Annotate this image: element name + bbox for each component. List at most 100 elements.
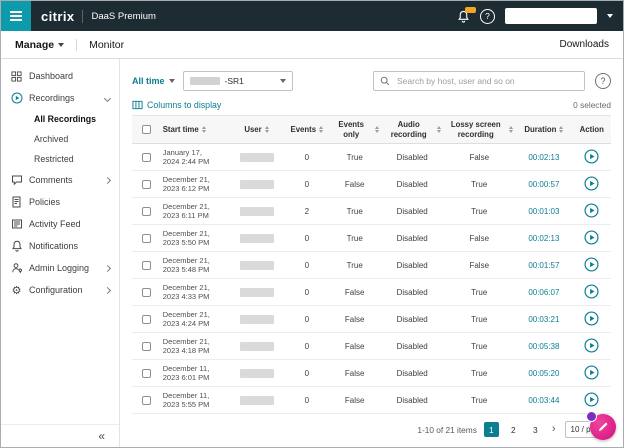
- time-filter-dropdown[interactable]: All time: [132, 76, 175, 86]
- sort-icon[interactable]: [375, 126, 380, 134]
- duration-link[interactable]: 00:02:13: [528, 153, 559, 162]
- sidebar-item-configuration[interactable]: ⚙ Configuration: [1, 279, 119, 301]
- duration-link[interactable]: 00:02:13: [528, 234, 559, 243]
- row-checkbox[interactable]: [141, 153, 151, 163]
- sort-icon[interactable]: [264, 126, 269, 134]
- row-checkbox[interactable]: [141, 234, 151, 244]
- hamburger-menu-button[interactable]: [1, 1, 31, 31]
- duration-link[interactable]: 00:05:38: [528, 342, 559, 351]
- duration-link[interactable]: 00:03:21: [528, 315, 559, 324]
- row-checkbox[interactable]: [141, 288, 151, 298]
- start-time-cell: December 11, 2023 6:01 PM: [160, 359, 228, 388]
- play-button[interactable]: [584, 176, 599, 191]
- chevron-down-icon[interactable]: [607, 14, 613, 18]
- notifications-bell-button[interactable]: [457, 6, 476, 23]
- play-button[interactable]: [584, 311, 599, 326]
- user-redacted: [239, 234, 274, 244]
- column-header-action: Action: [572, 114, 611, 145]
- play-button[interactable]: [584, 365, 599, 380]
- admin-logging-icon: [10, 262, 23, 275]
- action-cell: [572, 332, 611, 361]
- sidebar-item-recordings[interactable]: Recordings: [1, 87, 119, 109]
- row-checkbox[interactable]: [141, 369, 151, 379]
- sidebar-item-restricted[interactable]: Restricted: [1, 149, 119, 169]
- bell-icon: [10, 240, 23, 253]
- sort-icon[interactable]: [559, 126, 564, 134]
- user-redacted: [239, 261, 274, 271]
- sidebar-collapse-button[interactable]: «: [1, 424, 119, 447]
- column-header-audio-recording[interactable]: Audio recording: [381, 114, 444, 145]
- duration-link[interactable]: 00:00:57: [528, 180, 559, 189]
- play-button[interactable]: [584, 149, 599, 164]
- action-cell: [572, 170, 611, 199]
- user-redacted: [239, 342, 274, 352]
- play-button[interactable]: [584, 338, 599, 353]
- play-button[interactable]: [584, 230, 599, 245]
- column-header-start-time[interactable]: Start time: [160, 114, 228, 145]
- help-button[interactable]: ?: [480, 8, 495, 24]
- page-help-button[interactable]: ?: [595, 73, 611, 89]
- column-header-user[interactable]: User: [227, 114, 286, 145]
- user-account-redacted[interactable]: [505, 8, 597, 24]
- row-checkbox[interactable]: [141, 207, 151, 217]
- duration-cell: 00:01:03: [515, 197, 573, 226]
- duration-link[interactable]: 00:06:07: [528, 288, 559, 297]
- lossy-screen-recording-cell: True: [443, 305, 516, 334]
- column-header-events[interactable]: Events: [285, 114, 329, 145]
- duration-link[interactable]: 00:01:03: [528, 207, 559, 216]
- sidebar-item-archived[interactable]: Archived: [1, 129, 119, 149]
- action-cell: [572, 197, 611, 226]
- lossy-screen-recording-cell: False: [443, 251, 516, 280]
- sidebar-item-policies[interactable]: Policies: [1, 191, 119, 213]
- columns-to-display-button[interactable]: Columns to display: [132, 100, 221, 110]
- sidebar-item-dashboard[interactable]: Dashboard: [1, 65, 119, 87]
- play-button[interactable]: [584, 257, 599, 272]
- assistant-button[interactable]: [586, 411, 616, 440]
- user-redacted: [239, 153, 274, 163]
- next-page-button[interactable]: ›: [550, 424, 558, 435]
- sort-icon[interactable]: [437, 126, 442, 134]
- play-button[interactable]: [584, 392, 599, 407]
- sort-icon[interactable]: [319, 126, 324, 134]
- page-button-1[interactable]: 1: [483, 422, 499, 438]
- user-cell: [227, 197, 286, 226]
- site-select-dropdown[interactable]: -SR1: [182, 71, 293, 91]
- select-all-checkbox[interactable]: [141, 125, 151, 135]
- column-header-lossy-screen-recording[interactable]: Lossy screen recording: [443, 114, 516, 145]
- sidebar-item-activity-feed[interactable]: Activity Feed: [1, 213, 119, 235]
- events-cell: 0: [285, 359, 329, 388]
- user-redacted: [239, 180, 274, 190]
- nav-bar: Manage Monitor Downloads: [1, 31, 623, 59]
- selected-count: 0 selected: [573, 100, 611, 110]
- duration-link[interactable]: 00:01:57: [528, 261, 559, 270]
- audio-recording-cell: Disabled: [381, 197, 444, 226]
- start-time-cell: December 21, 2023 4:24 PM: [160, 305, 228, 334]
- page-button-3[interactable]: 3: [528, 422, 543, 437]
- row-checkbox[interactable]: [141, 342, 151, 352]
- column-header-duration[interactable]: Duration: [515, 114, 573, 145]
- sort-icon[interactable]: [509, 126, 514, 134]
- sidebar-item-comments[interactable]: Comments: [1, 169, 119, 191]
- sidebar-item-all-recordings[interactable]: All Recordings: [1, 109, 119, 129]
- duration-link[interactable]: 00:05:20: [528, 369, 559, 378]
- row-checkbox[interactable]: [141, 396, 151, 406]
- tab-monitor[interactable]: Monitor: [89, 39, 124, 51]
- sidebar-item-notifications[interactable]: Notifications: [1, 235, 119, 257]
- search-input[interactable]: [395, 75, 578, 87]
- table-toolbar: Columns to display 0 selected: [132, 100, 611, 110]
- page-button-2[interactable]: 2: [506, 422, 521, 437]
- recordings-page: All time -SR1 ? Columns to display: [120, 59, 623, 447]
- play-button[interactable]: [584, 203, 599, 218]
- duration-link[interactable]: 00:03:44: [528, 396, 559, 405]
- play-button[interactable]: [584, 284, 599, 299]
- sort-icon[interactable]: [201, 126, 206, 134]
- row-checkbox[interactable]: [141, 315, 151, 325]
- row-checkbox[interactable]: [141, 261, 151, 271]
- audio-recording-cell: Disabled: [381, 143, 444, 172]
- tab-manage[interactable]: Manage: [15, 39, 65, 51]
- row-checkbox[interactable]: [141, 180, 151, 190]
- column-header-events-only[interactable]: Events only: [328, 114, 382, 145]
- sidebar-item-admin-logging[interactable]: Admin Logging: [1, 257, 119, 279]
- hamburger-icon: [10, 11, 22, 13]
- downloads-link[interactable]: Downloads: [560, 39, 609, 50]
